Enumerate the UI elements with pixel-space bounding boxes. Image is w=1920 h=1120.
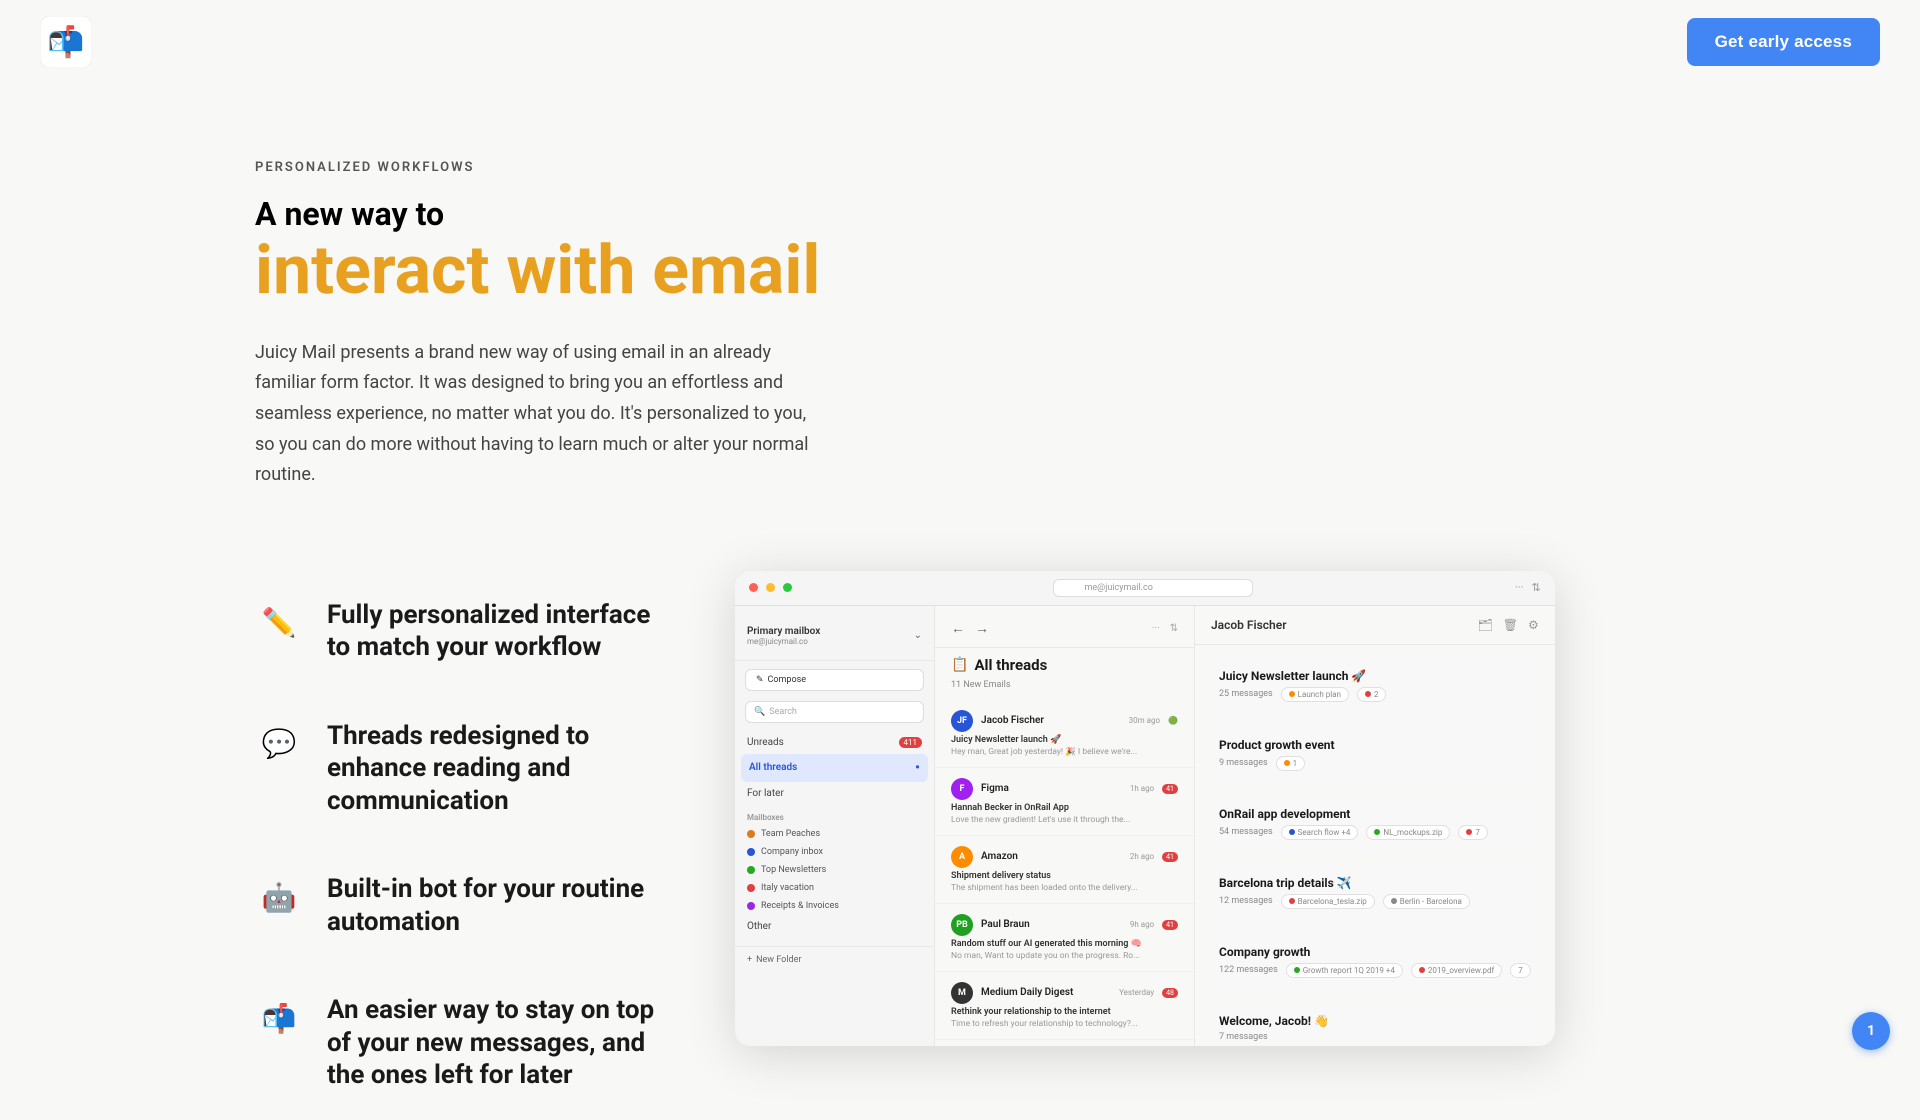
logo: 📬: [40, 16, 92, 68]
folder-top-newsletters[interactable]: Top Newsletters: [735, 861, 934, 879]
detail-user: Jacob Fischer: [1211, 618, 1287, 632]
sidebar-header: Primary mailbox me@juicymail.co ⌄: [735, 618, 934, 661]
thread-item[interactable]: PB Paul Braun 9h ago 41 Random stuff our…: [935, 904, 1194, 972]
avatar: F: [951, 778, 973, 800]
sidebar-nav-other[interactable]: Other: [735, 915, 934, 938]
thread-detail: Jacob Fischer 🗂 🗑 ⚙ Juicy Newsletter lau…: [1195, 606, 1555, 1046]
forward-button[interactable]: →: [975, 620, 989, 637]
archive-icon[interactable]: 🗂: [1478, 618, 1493, 632]
detail-thread-item[interactable]: Juicy Newsletter launch 🚀 25 messages La…: [1207, 657, 1543, 714]
feature-item-2: 🤖 Built-in bot for your routine automati…: [255, 845, 675, 966]
feature-icon-0: ✏️: [255, 599, 303, 647]
folder-italy-vacation[interactable]: Italy vacation: [735, 879, 934, 897]
thread-item[interactable]: A Amazon 2h ago 41 Shipment delivery sta…: [935, 836, 1194, 904]
folder-team-peaches[interactable]: Team Peaches: [735, 825, 934, 843]
feature-text-1: Threads redesigned to enhance reading an…: [327, 720, 675, 818]
floating-notification-badge[interactable]: 1: [1852, 1012, 1890, 1050]
detail-thread-item[interactable]: Company growth 122 messages Growth repor…: [1207, 933, 1543, 990]
app-mockup: Primary mailbox me@juicymail.co ⌄ ✎ Comp…: [735, 606, 1555, 1046]
thread-detail-list: Juicy Newsletter launch 🚀 25 messages La…: [1195, 645, 1555, 1046]
thread-detail-header: Jacob Fischer 🗂 🗑 ⚙: [1195, 606, 1555, 645]
thread-list: ← → ··· ⇅ 📋 All threads 11 New Emails: [935, 606, 1195, 1046]
back-button[interactable]: ←: [951, 620, 965, 637]
search-bar[interactable]: 🔍 Search: [745, 701, 924, 723]
settings-icon[interactable]: ⚙: [1528, 618, 1539, 632]
thread-item[interactable]: JF Jacob Fischer 30m ago 🟢 Juicy Newslet…: [935, 700, 1194, 768]
thread-item[interactable]: F Figma 1h ago 41 Hannah Becker in OnRai…: [935, 768, 1194, 836]
app-mockup-container: me@juicymail.co ··· ⇅ Primary mailbox me…: [735, 571, 1555, 1046]
feature-icon-3: 📬: [255, 994, 303, 1042]
header: 📬 Get early access: [0, 0, 1920, 84]
hero-title: A new way to interact with email: [255, 195, 1055, 308]
new-folder-button[interactable]: + New Folder: [735, 946, 934, 973]
thread-item[interactable]: M Medium Daily Digest Yesterday 48 Rethi…: [935, 972, 1194, 1040]
avatar: A: [951, 846, 973, 868]
traffic-light-minimize[interactable]: [766, 583, 775, 592]
feature-icon-1: 💬: [255, 720, 303, 768]
feature-text-3: An easier way to stay on top of your new…: [327, 994, 675, 1092]
sidebar-mailboxes-header: Mailboxes: [735, 805, 934, 825]
hero-description: Juicy Mail presents a brand new way of u…: [255, 338, 815, 491]
thread-item[interactable]: T Trello Yesterday 48 OnRail app design …: [935, 1040, 1194, 1046]
folder-receipts[interactable]: Receipts & Invoices: [735, 897, 934, 915]
sidebar-nav-forlater[interactable]: For later: [735, 782, 934, 805]
avatar: JF: [951, 710, 973, 732]
feature-item-3: 📬 An easier way to stay on top of your n…: [255, 966, 675, 1120]
hero-section: PERSONALIZED WORKFLOWS A new way to inte…: [255, 100, 1055, 491]
sidebar-nav-allthreads[interactable]: All threads •: [741, 754, 928, 782]
mailbox-label: Primary mailbox: [747, 626, 820, 637]
delete-icon[interactable]: 🗑: [1503, 618, 1518, 632]
folder-company-inbox[interactable]: Company inbox: [735, 843, 934, 861]
logo-icon: 📬: [40, 16, 92, 68]
traffic-light-maximize[interactable]: [783, 583, 792, 592]
svg-text:📬: 📬: [47, 24, 84, 60]
detail-thread-item[interactable]: OnRail app development 54 messages Searc…: [1207, 795, 1543, 852]
avatar: M: [951, 982, 973, 1004]
traffic-light-close[interactable]: [749, 583, 758, 592]
thread-list-subtitle: 11 New Emails: [935, 676, 1194, 700]
feature-item-1: 💬 Threads redesigned to enhance reading …: [255, 692, 675, 846]
feature-text-0: Fully personalized interface to match yo…: [327, 599, 675, 664]
avatar: PB: [951, 914, 973, 936]
app-sidebar: Primary mailbox me@juicymail.co ⌄ ✎ Comp…: [735, 606, 935, 1046]
detail-thread-item[interactable]: Product growth event 9 messages 1: [1207, 726, 1543, 783]
app-title-bar: me@juicymail.co ··· ⇅: [735, 571, 1555, 606]
mailbox-email: me@juicymail.co: [747, 637, 820, 646]
detail-thread-item[interactable]: Welcome, Jacob! 👋 7 messages: [1207, 1002, 1543, 1046]
feature-item-0: ✏️ Fully personalized interface to match…: [255, 571, 675, 692]
features-app-section: ✏️ Fully personalized interface to match…: [255, 571, 1665, 1120]
sidebar-nav-unreads[interactable]: Unreads 411: [735, 731, 934, 754]
cta-button[interactable]: Get early access: [1687, 18, 1880, 66]
features-list: ✏️ Fully personalized interface to match…: [255, 571, 675, 1120]
main-content: PERSONALIZED WORKFLOWS A new way to inte…: [0, 0, 1920, 1120]
thread-list-title: All threads: [974, 656, 1047, 674]
eyebrow: PERSONALIZED WORKFLOWS: [255, 160, 1055, 175]
compose-button[interactable]: ✎ Compose: [745, 669, 924, 691]
feature-text-2: Built-in bot for your routine automation: [327, 873, 675, 938]
detail-thread-item[interactable]: Barcelona trip details ✈️ 12 messages Ba…: [1207, 864, 1543, 921]
feature-icon-2: 🤖: [255, 873, 303, 921]
thread-list-header: ← → ··· ⇅: [935, 606, 1194, 648]
